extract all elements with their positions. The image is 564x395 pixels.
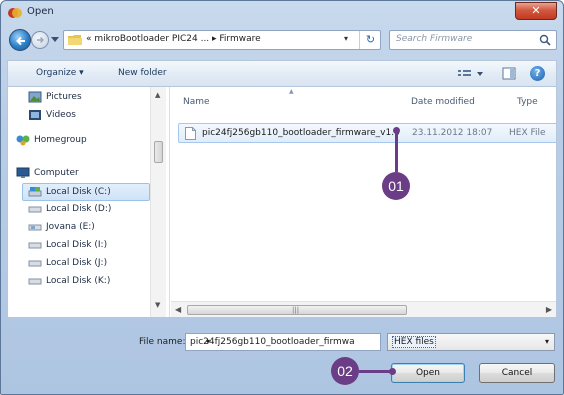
title-bar: Open ✕: [1, 1, 563, 25]
nav-item-label: Homegroup: [34, 135, 87, 145]
scroll-right-icon[interactable]: ▶: [546, 305, 552, 314]
scroll-down-icon[interactable]: ▼: [155, 301, 160, 309]
open-dialog: Open ✕ « mikroBootloader PIC24 ... ▸ Fir…: [0, 0, 564, 395]
nav-item-local-disk-c[interactable]: Local Disk (C:): [22, 183, 150, 201]
nav-item-label: Jovana (E:): [46, 222, 95, 232]
help-icon[interactable]: ?: [530, 66, 545, 81]
nav-pane-scrollbar[interactable]: ▲ ▼: [150, 87, 166, 317]
change-view-icon[interactable]: [456, 67, 486, 81]
column-header-type[interactable]: Type: [517, 97, 538, 107]
file-icon: [185, 127, 196, 140]
address-dropdown-icon[interactable]: ▾: [344, 34, 348, 43]
back-arrow-icon: [16, 36, 25, 46]
file-type: HEX File: [509, 128, 546, 138]
nav-item-label: Local Disk (D:): [46, 204, 112, 214]
callout-01-leader: [395, 130, 398, 172]
pictures-icon: [28, 91, 42, 103]
callout-02-leader: [359, 370, 393, 373]
file-name: pic24fj256gb110_bootloader_firmware_v1.0: [202, 128, 400, 138]
homegroup-icon: [16, 135, 30, 146]
address-path: « mikroBootloader PIC24 ... ▸ Firmware: [86, 34, 261, 44]
nav-item-homegroup[interactable]: Homegroup: [8, 132, 148, 150]
file-list-pane: Name ▲ Date modified Type pic24fj256gb11…: [171, 87, 556, 317]
drive-icon: [28, 260, 42, 267]
scroll-thumb[interactable]: [154, 141, 163, 163]
recent-pages-dropdown-icon[interactable]: [51, 37, 59, 43]
nav-item-videos[interactable]: Videos: [8, 107, 148, 125]
scroll-left-icon[interactable]: ◀: [175, 305, 181, 314]
drive-icon: [28, 278, 42, 285]
column-header-label: Name: [183, 97, 210, 107]
nav-item-local-disk-d[interactable]: Local Disk (D:): [8, 201, 148, 219]
computer-icon: [16, 167, 30, 178]
file-row[interactable]: pic24fj256gb110_bootloader_firmware_v1.0…: [178, 123, 556, 143]
drive-icon: [28, 242, 42, 249]
grip-icon: |||: [292, 306, 300, 314]
forward-button[interactable]: [31, 31, 49, 49]
new-folder-button[interactable]: New folder: [118, 68, 167, 78]
file-name-label: File name:: [139, 337, 186, 347]
close-icon: ✕: [531, 4, 541, 17]
preview-pane-icon[interactable]: [502, 67, 516, 80]
sort-ascending-icon: ▲: [289, 88, 294, 95]
content-area: Pictures Videos Homegroup Computer Local…: [7, 86, 557, 318]
callout-02-anchor: [389, 368, 396, 375]
file-name-field[interactable]: pic24fj256gb110_bootloader_firmwa ▾: [185, 333, 381, 351]
file-name-dropdown-icon[interactable]: ▾: [206, 337, 376, 346]
window-title: Open: [27, 6, 54, 17]
file-type-value: HEX files: [392, 336, 436, 348]
nav-item-label: Computer: [34, 168, 79, 178]
refresh-icon[interactable]: ↻: [359, 31, 381, 49]
column-header-date[interactable]: Date modified: [411, 97, 475, 107]
folder-icon: [68, 35, 82, 45]
address-bar[interactable]: « mikroBootloader PIC24 ... ▸ Firmware ▾…: [63, 30, 381, 50]
nav-item-local-disk-i[interactable]: Local Disk (I:): [8, 237, 148, 255]
search-input[interactable]: [396, 34, 526, 44]
dialog-footer: File name: pic24fj256gb110_bootloader_fi…: [1, 319, 563, 395]
search-box[interactable]: [389, 30, 557, 50]
close-button[interactable]: ✕: [515, 2, 557, 20]
nav-item-label: Pictures: [46, 92, 82, 102]
search-icon[interactable]: [539, 34, 551, 46]
nav-item-local-disk-k[interactable]: Local Disk (K:): [8, 273, 148, 291]
nav-item-label: Local Disk (K:): [46, 276, 111, 286]
cancel-button[interactable]: Cancel: [479, 363, 555, 383]
back-button[interactable]: [9, 29, 31, 51]
nav-item-jovana-e[interactable]: Jovana (E:): [8, 219, 148, 237]
callout-02-badge: 02: [331, 357, 359, 385]
nav-item-label: Local Disk (C:): [46, 187, 111, 197]
nav-item-label: Local Disk (I:): [46, 240, 108, 250]
command-toolbar: Organize ▾ New folder ?: [7, 60, 557, 86]
navigation-pane: Pictures Videos Homegroup Computer Local…: [8, 87, 170, 317]
organize-menu[interactable]: Organize ▾: [36, 68, 84, 78]
nav-item-label: Local Disk (J:): [46, 258, 108, 268]
drive-icon: [28, 224, 42, 231]
videos-icon: [29, 110, 41, 120]
drive-icon: [28, 206, 42, 213]
nav-item-computer[interactable]: Computer: [8, 165, 148, 183]
column-header-name[interactable]: Name: [183, 97, 210, 107]
callout-01-badge: 01: [382, 172, 410, 200]
scroll-up-icon[interactable]: ▲: [155, 91, 160, 99]
forward-arrow-icon: [37, 36, 44, 44]
navigation-bar: « mikroBootloader PIC24 ... ▸ Firmware ▾…: [1, 25, 563, 57]
open-dialog-icon: [8, 8, 22, 18]
file-date-modified: 23.11.2012 18:07: [412, 128, 493, 138]
file-type-select[interactable]: HEX files ▾: [387, 333, 555, 351]
nav-item-label: Videos: [46, 110, 76, 120]
open-button[interactable]: Open: [391, 363, 465, 383]
nav-item-local-disk-j[interactable]: Local Disk (J:): [8, 255, 148, 273]
file-list-horizontal-scrollbar[interactable]: ◀ ||| ▶: [171, 301, 556, 317]
nav-item-pictures[interactable]: Pictures: [8, 89, 148, 107]
file-type-dropdown-icon[interactable]: ▾: [545, 337, 549, 346]
scroll-thumb[interactable]: |||: [187, 305, 407, 315]
drive-icon: [28, 187, 42, 197]
